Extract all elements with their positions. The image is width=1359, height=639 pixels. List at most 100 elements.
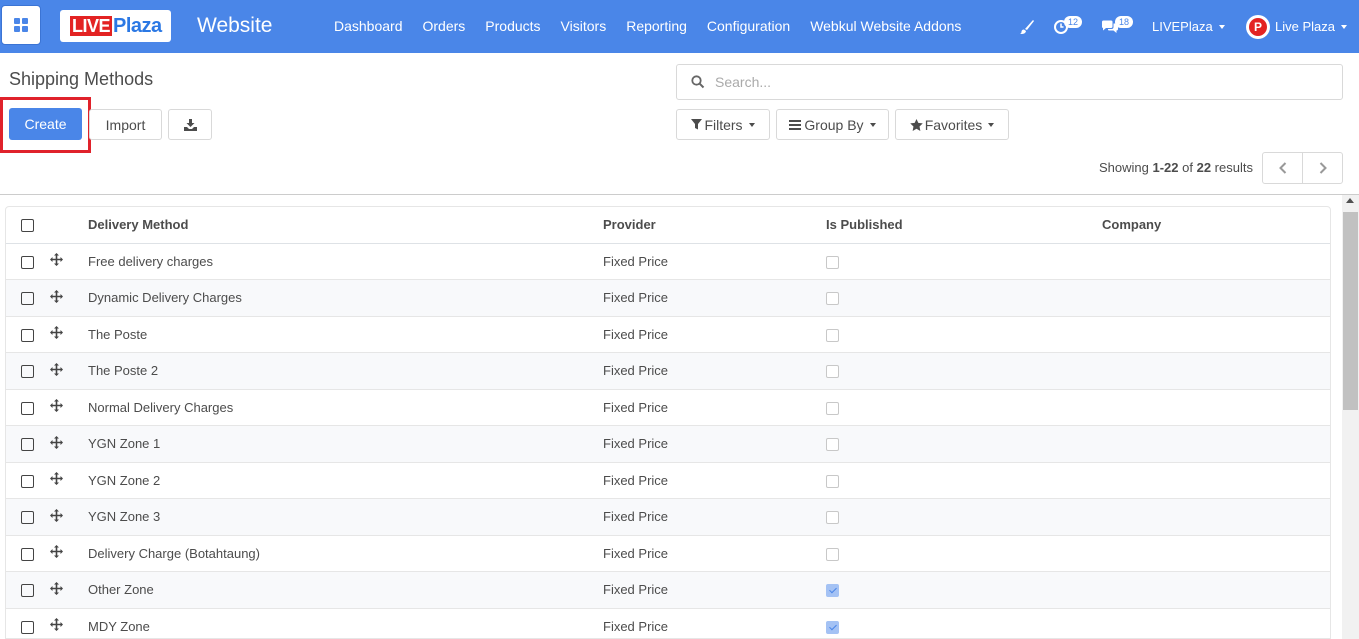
table-row[interactable]: Delivery Charge (Botahtaung) Fixed Price [6, 535, 1330, 572]
row-select-checkbox[interactable] [21, 547, 34, 561]
apps-menu-button[interactable] [1, 5, 41, 45]
filters-button[interactable]: Filters [676, 109, 770, 140]
menu-item-configuration[interactable]: Configuration [707, 18, 790, 34]
favorites-label: Favorites [924, 116, 983, 133]
activities-button[interactable]: 12 [1054, 0, 1083, 53]
published-checkbox [826, 292, 839, 306]
cell-is-published [826, 243, 1102, 280]
pager-summary: Showing 1-22 of 22 results [1099, 160, 1253, 175]
scrollbar-thumb[interactable] [1343, 212, 1358, 410]
cell-is-published [826, 316, 1102, 353]
table-row[interactable]: The Poste 2 Fixed Price [6, 352, 1330, 390]
avatar-letter: P [1249, 17, 1267, 36]
table-row[interactable]: The Poste Fixed Price [6, 316, 1330, 353]
chevron-down-icon [748, 122, 755, 127]
logo-live-text: LIVE [70, 16, 113, 36]
user-name: Live Plaza [1275, 19, 1335, 34]
cell-is-published [826, 425, 1102, 463]
table-row[interactable]: YGN Zone 1 Fixed Price [6, 425, 1330, 463]
drag-handle-icon[interactable] [50, 435, 63, 452]
row-select-checkbox[interactable] [21, 620, 34, 634]
cell-is-published [826, 352, 1102, 390]
cell-company [1102, 498, 1330, 536]
cell-provider: Fixed Price [603, 425, 826, 463]
drag-handle-icon[interactable] [50, 472, 63, 488]
published-checkbox [826, 438, 839, 452]
company-switcher[interactable]: LIVEPlaza [1152, 0, 1225, 53]
drag-handle-icon[interactable] [50, 581, 63, 598]
drag-handle-icon[interactable] [50, 253, 63, 269]
cell-company [1102, 462, 1330, 499]
pager-suffix: results [1211, 160, 1253, 175]
cell-company [1102, 279, 1330, 317]
table-row[interactable]: Other Zone Fixed Price [6, 571, 1330, 609]
cell-company [1102, 316, 1330, 353]
menu-item-webkul-addons[interactable]: Webkul Website Addons [810, 18, 961, 34]
scroll-up-arrow-icon[interactable] [1346, 198, 1354, 203]
cell-company [1102, 571, 1330, 609]
row-select-checkbox[interactable] [21, 365, 34, 379]
avatar: P [1246, 14, 1270, 39]
cell-is-published [826, 389, 1102, 426]
company-logo[interactable]: LIVE Plaza [60, 10, 171, 42]
table-row[interactable]: YGN Zone 3 Fixed Price [6, 498, 1330, 536]
groupby-button[interactable]: Group By [776, 109, 889, 140]
table-row[interactable]: Free delivery charges Fixed Price [6, 243, 1330, 280]
table-row[interactable]: MDY Zone Fixed Price [6, 608, 1330, 638]
menu-item-orders[interactable]: Orders [423, 18, 466, 34]
row-select-checkbox[interactable] [21, 584, 34, 598]
star-icon [909, 118, 923, 131]
search-icon [691, 75, 705, 89]
cell-company [1102, 608, 1330, 638]
messages-button[interactable]: 18 [1101, 0, 1134, 53]
cell-delivery-method: The Poste 2 [88, 352, 603, 390]
drag-handle-icon[interactable] [50, 399, 63, 415]
vertical-scrollbar[interactable] [1342, 195, 1359, 639]
pager-previous-button[interactable] [1263, 153, 1303, 183]
search-input[interactable] [715, 74, 1315, 90]
drag-handle-icon[interactable] [50, 545, 63, 561]
import-button[interactable]: Import [89, 109, 162, 140]
select-all-checkbox[interactable] [21, 219, 34, 233]
cell-provider: Fixed Price [603, 352, 826, 390]
menu-item-reporting[interactable]: Reporting [626, 18, 687, 34]
row-select-checkbox[interactable] [21, 255, 34, 269]
drag-handle-icon[interactable] [50, 362, 63, 379]
row-select-checkbox[interactable] [21, 292, 34, 306]
download-button[interactable] [168, 109, 212, 140]
messages-badge: 18 [1115, 15, 1134, 28]
menu-item-dashboard[interactable]: Dashboard [334, 18, 403, 34]
column-header-provider[interactable]: Provider [603, 207, 826, 244]
groupby-label: Group By [804, 116, 864, 133]
drag-handle-icon[interactable] [50, 508, 63, 525]
row-select-checkbox[interactable] [21, 511, 34, 525]
row-select-checkbox[interactable] [21, 474, 34, 488]
row-select-checkbox[interactable] [21, 438, 34, 452]
main-menu: Dashboard Orders Products Visitors Repor… [334, 18, 981, 34]
shipping-methods-table: Delivery Method Provider Is Published Co… [5, 206, 1331, 639]
menu-item-products[interactable]: Products [485, 18, 540, 34]
table-row[interactable]: YGN Zone 2 Fixed Price [6, 462, 1330, 499]
pager-next-button[interactable] [1303, 153, 1342, 183]
column-header-is-published[interactable]: Is Published [826, 207, 1102, 244]
favorites-button[interactable]: Favorites [895, 109, 1009, 140]
chevron-down-icon [988, 122, 995, 127]
drag-handle-icon[interactable] [50, 326, 63, 342]
column-header-delivery-method[interactable]: Delivery Method [88, 207, 603, 244]
published-checkbox [826, 474, 839, 488]
table-row[interactable]: Normal Delivery Charges Fixed Price [6, 389, 1330, 426]
editor-button[interactable] [1019, 0, 1035, 53]
drag-handle-icon[interactable] [50, 618, 63, 634]
cell-provider: Fixed Price [603, 389, 826, 426]
logo-plaza-text: Plaza [113, 15, 162, 37]
menu-item-visitors[interactable]: Visitors [561, 18, 607, 34]
create-button[interactable]: Create [9, 108, 82, 140]
table-row[interactable]: Dynamic Delivery Charges Fixed Price [6, 279, 1330, 317]
user-menu[interactable]: P Live Plaza [1246, 0, 1347, 53]
company-name: LIVEPlaza [1152, 19, 1213, 34]
row-select-checkbox[interactable] [21, 401, 34, 415]
published-checkbox [826, 547, 839, 561]
row-select-checkbox[interactable] [21, 328, 34, 342]
drag-handle-icon[interactable] [50, 289, 63, 306]
column-header-company[interactable]: Company [1102, 207, 1330, 244]
